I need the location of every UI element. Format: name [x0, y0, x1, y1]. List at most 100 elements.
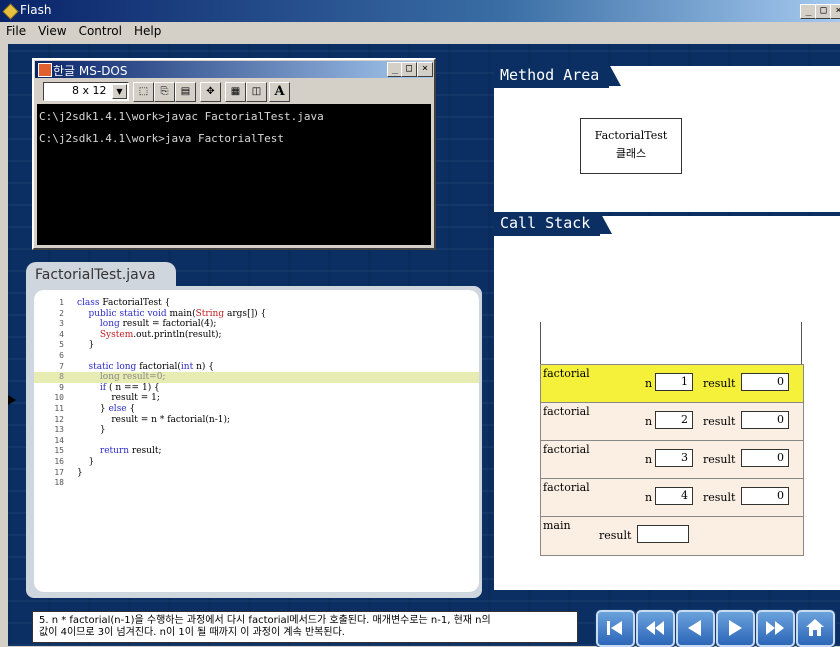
next-button[interactable]	[716, 610, 755, 647]
frame-method-name: factorial	[543, 443, 590, 456]
current-line-arrow-icon	[8, 395, 16, 405]
code-line: 2 public static void main(String args[])…	[34, 309, 479, 320]
code-text: return result;	[99, 446, 162, 457]
status-line-1: 5. n * factorial(n-1)을 수행하는 과정에서 다시 fact…	[39, 615, 491, 626]
previous-button[interactable]	[676, 610, 715, 647]
frame-method-name: factorial	[543, 405, 590, 418]
dos-close-button[interactable]: ×	[417, 62, 433, 77]
stack-frame-factorial: factorial n 2 result 0	[540, 402, 804, 442]
font-size-value: 8 x 12	[72, 84, 107, 97]
code-line: 11 } else {	[34, 404, 479, 415]
line-number: 14	[54, 435, 64, 445]
font-size-select[interactable]: 8 x 12 ▼	[43, 82, 129, 101]
code-text: } else {	[77, 404, 136, 414]
status-line-2: 값이 4이므로 3이 넘겨진다. n이 1이 될 때까지 이 과정이 계속 반복…	[39, 627, 345, 638]
line-number: 10	[54, 393, 64, 403]
next-icon	[729, 620, 742, 636]
chevron-down-icon[interactable]: ▼	[112, 84, 127, 99]
stack-frame-main: main result	[540, 516, 804, 556]
code-line: 14	[34, 436, 479, 447]
result-label: result	[599, 529, 632, 542]
param-n-value: 4	[655, 487, 693, 505]
code-line: 12 result = n * factorial(n-1);	[34, 415, 479, 426]
code-text: public static void main(String args[]) {	[88, 308, 267, 319]
menu-file[interactable]: File	[0, 22, 32, 38]
method-area-title: Method Area	[494, 64, 622, 88]
line-number: 4	[59, 329, 64, 339]
source-code-view: 1 class FactorialTest {2 public static vo…	[34, 290, 479, 592]
fullscreen-icon[interactable]: ✥	[200, 82, 221, 102]
code-text: }	[77, 340, 95, 351]
menu-control[interactable]: Control	[73, 22, 128, 38]
title-bar: Flash _ □ ×	[0, 0, 840, 22]
paste-icon[interactable]: ▤	[175, 82, 196, 102]
code-text: if ( n == 1) {	[99, 382, 160, 393]
code-line: 18	[34, 478, 479, 489]
fast-forward-button[interactable]	[756, 610, 795, 647]
line-number: 5	[59, 340, 64, 350]
font-icon[interactable]: A	[269, 82, 290, 102]
line-number: 7	[59, 361, 64, 371]
frame-method-name: main	[543, 519, 571, 532]
param-n-label: n	[645, 491, 653, 504]
code-line: 13 }	[34, 425, 479, 436]
line-number: 9	[59, 382, 64, 392]
result-value: 0	[741, 411, 789, 429]
menu-help[interactable]: Help	[128, 22, 167, 38]
code-line: 17}	[34, 468, 479, 479]
call-stack-title: Call Stack	[494, 212, 613, 236]
first-icon	[607, 621, 622, 635]
line-number: 8	[59, 372, 64, 382]
code-line: 7 static long factorial(int n) {	[34, 362, 479, 373]
code-line: 3 long result = factorial(4);	[34, 319, 479, 330]
param-n-value: 1	[655, 373, 693, 391]
console-line: C:\j2sdk1.4.1\work>javac FactorialTest.j…	[39, 110, 324, 123]
line-number: 11	[54, 404, 64, 413]
code-text: result = 1;	[111, 393, 160, 404]
code-line: 16 }	[34, 457, 479, 468]
code-line: 6	[34, 351, 479, 362]
rewind-icon	[646, 621, 664, 635]
line-number: 18	[54, 478, 64, 488]
line-number: 16	[54, 457, 64, 466]
first-button[interactable]	[596, 610, 635, 647]
code-line: 4 System.out.println(result);	[34, 330, 479, 341]
code-text: long result = factorial(4);	[99, 319, 217, 330]
param-n-label: n	[645, 415, 653, 428]
result-label: result	[703, 491, 736, 504]
class-box: FactorialTest 클래스	[580, 118, 682, 174]
tab-factorialtest-java[interactable]: FactorialTest.java	[26, 262, 176, 288]
code-text: }	[77, 425, 106, 436]
home-button[interactable]	[796, 610, 835, 647]
background-icon[interactable]: ◫	[246, 82, 267, 102]
dos-window: 한글 MS-DOS _ □ × 8 x 12 ▼ ⬚ ⎘ ▤ ✥ ▦ ◫ A C…	[32, 58, 436, 250]
menu-view[interactable]: View	[32, 22, 72, 38]
line-number: 3	[59, 319, 64, 329]
result-value: 0	[741, 487, 789, 505]
line-number: 15	[54, 446, 64, 456]
dos-console: C:\j2sdk1.4.1\work>javac FactorialTest.j…	[37, 104, 431, 245]
line-number: 1	[59, 298, 64, 307]
line-number: 6	[59, 351, 64, 360]
stack-frame-factorial: factorial n 3 result 0	[540, 440, 804, 480]
previous-icon	[688, 620, 701, 636]
param-n-value: 2	[655, 411, 693, 429]
code-text: class FactorialTest {	[77, 298, 171, 308]
code-text: long result=0;	[99, 372, 166, 383]
code-line: 5 }	[34, 340, 479, 351]
code-line: 1 class FactorialTest {	[34, 298, 479, 309]
line-number: 12	[54, 414, 64, 424]
param-n-label: n	[645, 377, 653, 390]
result-label: result	[703, 377, 736, 390]
param-n-value: 3	[655, 449, 693, 467]
mark-icon[interactable]: ⬚	[133, 82, 154, 102]
code-text: }	[77, 457, 95, 467]
stack-frame-factorial: factorial n 1 result 0	[540, 364, 804, 404]
dos-toolbar: 8 x 12 ▼ ⬚ ⎘ ▤ ✥ ▦ ◫ A	[35, 79, 433, 103]
copy-icon[interactable]: ⎘	[154, 82, 175, 102]
dos-maximize-button[interactable]: □	[401, 62, 417, 77]
close-button[interactable]: ×	[830, 4, 840, 19]
flash-app-icon	[2, 3, 19, 20]
rewind-button[interactable]	[636, 610, 675, 647]
properties-icon[interactable]: ▦	[225, 82, 246, 102]
